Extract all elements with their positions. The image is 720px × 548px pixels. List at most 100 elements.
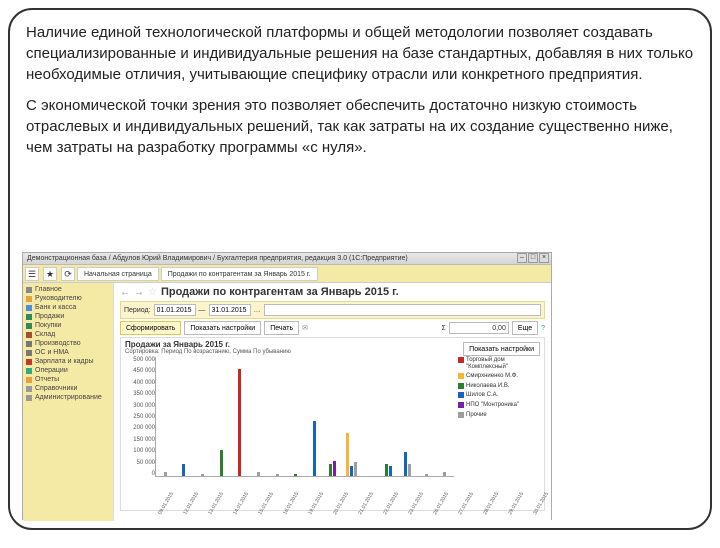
maximize-icon[interactable]: □ (528, 253, 538, 263)
legend-item: Шилов С.А. (458, 392, 540, 399)
content-area: ← → ☆ Продажи по контрагентам за Январь … (113, 283, 551, 521)
sidebar-item-book[interactable]: Справочники (26, 384, 110, 393)
legend-item: НПО "Монтроника" (458, 402, 540, 409)
bar (346, 433, 349, 476)
form-button[interactable]: Сформировать (120, 321, 181, 335)
sidebar-item-bars[interactable]: Главное (26, 285, 110, 294)
legend-label: Прочие (466, 412, 487, 419)
bar-column (231, 357, 250, 476)
legend-color-icon (458, 383, 464, 389)
sidebar-item-label: Руководителю (35, 295, 82, 302)
app-window: Демонстрационная база / Абдулов Юрий Вла… (22, 252, 552, 520)
sidebar-item-label: Администрирование (35, 394, 102, 401)
legend-color-icon (458, 412, 464, 418)
org-select[interactable] (264, 304, 542, 316)
bar (333, 461, 336, 476)
report-title: Продажи по контрагентам за Январь 2015 г… (161, 286, 399, 298)
sum-icon: Σ (442, 325, 446, 332)
date-from-input[interactable] (154, 304, 196, 316)
menu-icon[interactable]: ☰ (25, 267, 39, 281)
sidebar-item-label: Производство (35, 340, 81, 347)
sidebar-item-label: Справочники (35, 385, 77, 392)
legend-label: Смирхниенко М.Ф. (466, 373, 518, 380)
history-icon[interactable]: ⟳ (61, 267, 75, 281)
bar-column (361, 357, 380, 476)
wrench-icon (26, 395, 32, 401)
bar (443, 472, 446, 476)
bar-column (435, 357, 454, 476)
date-to-input[interactable] (209, 304, 251, 316)
sidebar-item-label: ОС и НМА (35, 349, 69, 356)
sidebar-item-report[interactable]: Отчеты (26, 375, 110, 384)
close-icon[interactable]: × (539, 253, 549, 263)
show-settings-button[interactable]: Показать настройки (184, 321, 261, 335)
sidebar-item-label: Склад (35, 331, 55, 338)
sidebar-item-box[interactable]: Склад (26, 330, 110, 339)
tab-report[interactable]: Продажи по контрагентам за Январь 2015 г… (161, 267, 318, 281)
sidebar-item-label: Продажи (35, 313, 64, 320)
basket-icon (26, 323, 32, 329)
sidebar-item-gear[interactable]: Производство (26, 339, 110, 348)
sidebar-item-cart[interactable]: Продажи (26, 312, 110, 321)
bar-column (193, 357, 212, 476)
window-title: Демонстрационная база / Абдулов Юрий Вла… (27, 255, 408, 262)
more-button[interactable]: Еще (512, 321, 538, 335)
chart-settings-button[interactable]: Показать настройки (463, 342, 540, 356)
bar-column (249, 357, 268, 476)
legend-label: Николаева И.В. (466, 383, 510, 390)
tab-home[interactable]: Начальная страница (77, 267, 159, 281)
forward-icon[interactable]: → (134, 287, 144, 298)
bar (294, 474, 297, 476)
legend-item: Прочие (458, 412, 540, 419)
sidebar-item-wrench[interactable]: Администрирование (26, 393, 110, 402)
book-icon (26, 386, 32, 392)
cart-icon (26, 314, 32, 320)
report-icon (26, 377, 32, 383)
sidebar-item-ops[interactable]: Операции (26, 366, 110, 375)
date-picker-icon[interactable]: … (254, 307, 261, 314)
bar-column (286, 357, 305, 476)
sidebar-item-label: Операции (35, 367, 68, 374)
mail-icon[interactable]: ✉ (302, 324, 308, 332)
people-icon (26, 359, 32, 365)
bar-column (305, 357, 324, 476)
bar (385, 464, 388, 476)
sidebar-item-chart[interactable]: Руководителю (26, 294, 110, 303)
bar (404, 452, 407, 476)
sidebar-item-building[interactable]: ОС и НМА (26, 348, 110, 357)
bar (408, 464, 411, 476)
legend-color-icon (458, 373, 464, 379)
intro-paragraph-1: Наличие единой технологической платформы… (26, 22, 694, 85)
intro-paragraph-2: С экономической точки зрения это позволя… (26, 95, 694, 158)
bar-column (380, 357, 399, 476)
bar-column (212, 357, 231, 476)
sidebar-item-label: Покупки (35, 322, 61, 329)
period-label: Период: (124, 307, 151, 314)
bar (220, 450, 223, 476)
star-icon[interactable]: ★ (43, 267, 57, 281)
print-button[interactable]: Печать (264, 321, 299, 335)
building-icon (26, 350, 32, 356)
chart-icon (26, 296, 32, 302)
chart-legend: Торговый дом "Комплексный"Смирхниенко М.… (454, 357, 540, 497)
bar-column (398, 357, 417, 476)
sidebar-item-people[interactable]: Зарплата и кадры (26, 357, 110, 366)
bar (350, 466, 353, 476)
minimize-icon[interactable]: – (517, 253, 527, 263)
bar (201, 474, 204, 476)
sidebar-item-basket[interactable]: Покупки (26, 321, 110, 330)
bar-column (342, 357, 361, 476)
chart-title: Продажи за Январь 2015 г. (125, 340, 291, 349)
sidebar-item-bank[interactable]: Банк и касса (26, 303, 110, 312)
bar-column (324, 357, 343, 476)
back-icon[interactable]: ← (120, 287, 130, 298)
filter-row: Период: — … (120, 301, 545, 319)
tabs-row: ☰ ★ ⟳ Начальная страница Продажи по конт… (23, 265, 551, 283)
sidebar-item-label: Отчеты (35, 376, 59, 383)
help-icon[interactable]: ? (541, 325, 545, 332)
bar (182, 464, 185, 476)
bars-icon (26, 287, 32, 293)
legend-color-icon (458, 392, 464, 398)
bar (257, 472, 260, 476)
favorite-icon[interactable]: ☆ (148, 287, 157, 298)
